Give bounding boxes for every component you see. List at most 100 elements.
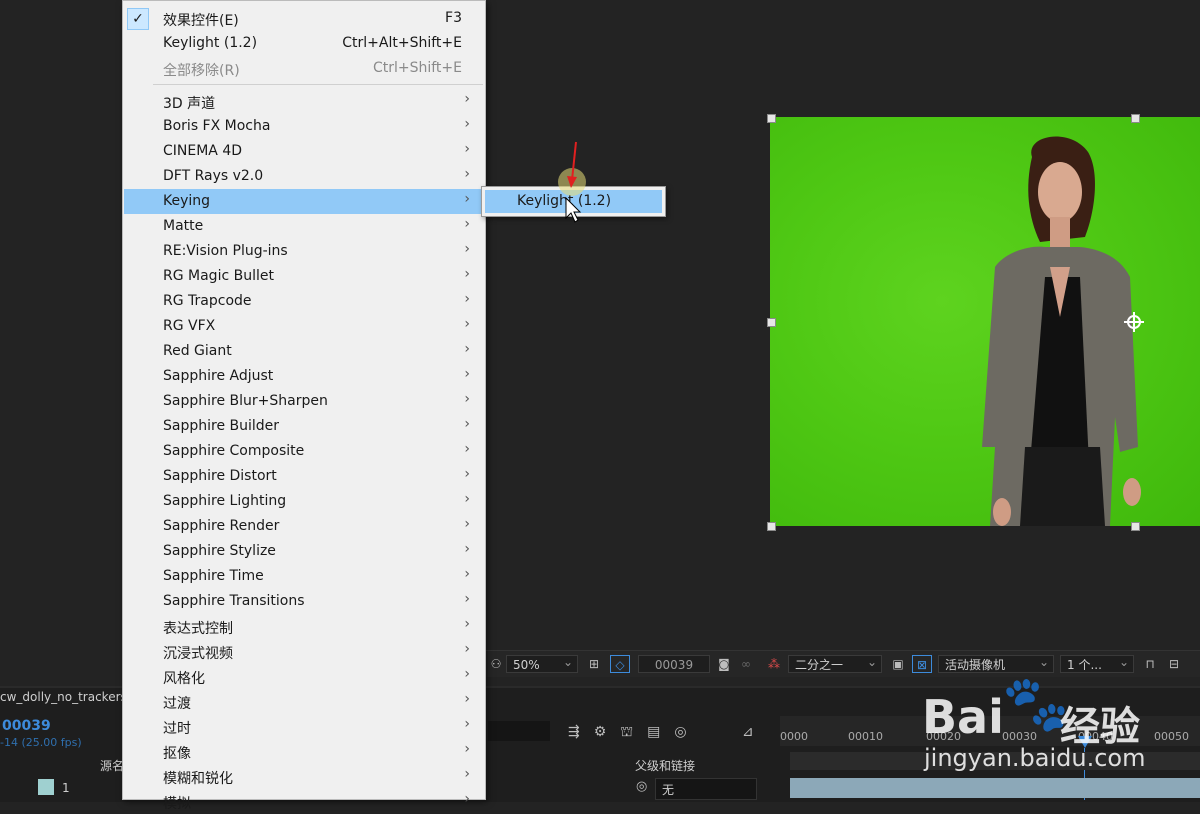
resolution-dropdown[interactable]: 二分之一 [788, 653, 882, 673]
zoom-dropdown[interactable]: 50% [506, 653, 578, 673]
menu-category-label: Sapphire Builder [163, 418, 280, 434]
menu-item-label: Keylight (1.2) [163, 35, 258, 51]
menu-category-label: RE:Vision Plug-ins [163, 243, 288, 259]
menu-category-item[interactable]: 模拟 › [124, 789, 484, 814]
timeline-search-input[interactable] [488, 721, 550, 741]
menu-category-item[interactable]: Sapphire Transitions › [124, 589, 484, 614]
menu-separator [153, 84, 483, 85]
menu-item-remove-all: 全部移除(R) Ctrl+Shift+E [124, 56, 484, 81]
menu-category-item[interactable]: 抠像 › [124, 739, 484, 764]
menu-category-item[interactable]: Keying › [124, 189, 484, 214]
checkmark-icon: ✓ [127, 8, 149, 30]
menu-category-item[interactable]: 风格化 › [124, 664, 484, 689]
menu-category-label: 过时 [163, 721, 191, 737]
menu-category-item[interactable]: RG Magic Bullet › [124, 264, 484, 289]
menu-category-label: Sapphire Distort [163, 468, 277, 484]
menu-category-label: Boris FX Mocha [163, 118, 271, 134]
current-time-field[interactable]: 00039 [638, 655, 710, 673]
chevron-right-icon: › [464, 516, 470, 532]
menu-item-shortcut: Ctrl+Alt+Shift+E [342, 35, 462, 51]
baidu-watermark: Bai 🐾 经验 jingyan.baidu.com [920, 668, 1190, 798]
fps-readout: -14 (25.00 fps) [0, 736, 82, 749]
menu-category-item[interactable]: 沉浸式视频 › [124, 639, 484, 664]
camera-icon[interactable]: ◙ [714, 655, 734, 673]
transform-handle[interactable] [767, 318, 776, 327]
chevron-right-icon: › [464, 166, 470, 182]
effect-context-menu: ✓ 效果控件(E) F3 Keylight (1.2) Ctrl+Alt+Shi… [122, 0, 486, 812]
parent-column-header[interactable]: 父级和链接 [635, 757, 695, 774]
chevron-right-icon: › [464, 641, 470, 657]
chevron-right-icon: › [464, 141, 470, 157]
menu-category-item[interactable]: 表达式控制 › [124, 614, 484, 639]
source-name-column-header[interactable]: 源名 [100, 757, 124, 774]
green-screen-footage[interactable] [770, 117, 1200, 526]
menu-category-item[interactable]: 过渡 › [124, 689, 484, 714]
menu-category-item[interactable]: Boris FX Mocha › [124, 114, 484, 139]
menu-category-label: Sapphire Render [163, 518, 280, 534]
transform-handle[interactable] [767, 114, 776, 123]
menu-category-item[interactable]: Sapphire Composite › [124, 439, 484, 464]
menu-category-item[interactable]: Sapphire Distort › [124, 464, 484, 489]
menu-category-item[interactable]: RG VFX › [124, 314, 484, 339]
menu-category-label: Sapphire Adjust [163, 368, 274, 384]
menu-item-effect-controls[interactable]: ✓ 效果控件(E) F3 [124, 6, 484, 31]
menu-item-keylight[interactable]: Keylight (1.2) Ctrl+Alt+Shift+E [124, 31, 484, 56]
menu-category-item[interactable]: Sapphire Stylize › [124, 539, 484, 564]
graph-editor-icon[interactable]: ⊿ [742, 724, 754, 740]
menu-category-item[interactable]: 3D 声道 › [124, 89, 484, 114]
menu-category-item[interactable]: Sapphire Builder › [124, 414, 484, 439]
chevron-right-icon: › [464, 291, 470, 307]
menu-category-label: Sapphire Time [163, 568, 264, 584]
menu-item-shortcut: Ctrl+Shift+E [372, 60, 462, 76]
transform-handle[interactable] [767, 522, 776, 531]
menu-category-item[interactable]: RG Trapcode › [124, 289, 484, 314]
menu-category-label: Sapphire Transitions [163, 593, 305, 609]
watermark-url: jingyan.baidu.com [924, 744, 1146, 772]
menu-category-label: Sapphire Blur+Sharpen [163, 393, 328, 409]
chevron-right-icon: › [464, 441, 470, 457]
layer-index: 1 [62, 781, 70, 795]
red-arrow-icon [565, 141, 582, 223]
chevron-right-icon: › [464, 491, 470, 507]
menu-category-item[interactable]: CINEMA 4D › [124, 139, 484, 164]
menu-category-item[interactable]: Matte › [124, 214, 484, 239]
timeline-switch-icons[interactable]: ⇶⚙⛫▤◎ [568, 724, 701, 742]
mask-visibility-icon[interactable]: ◇ [610, 655, 630, 673]
menu-category-item[interactable]: 过时 › [124, 714, 484, 739]
chevron-right-icon: › [464, 716, 470, 732]
menu-category-item[interactable]: Sapphire Render › [124, 514, 484, 539]
actress-figure [982, 136, 1144, 526]
safe-zones-icon[interactable]: ⊞ [584, 655, 604, 673]
comp-tab[interactable]: cw_dolly_no_trackers [0, 690, 127, 704]
label-color-swatch[interactable] [38, 779, 54, 795]
project-panel [0, 0, 122, 800]
zoom-value: 50% [513, 658, 540, 672]
menu-category-label: RG Trapcode [163, 293, 252, 309]
menu-category-item[interactable]: Sapphire Blur+Sharpen › [124, 389, 484, 414]
menu-category-item[interactable]: DFT Rays v2.0 › [124, 164, 484, 189]
region-of-interest-icon[interactable]: ▣ [888, 655, 908, 673]
menu-category-item[interactable]: Red Giant › [124, 339, 484, 364]
transform-handle[interactable] [1131, 114, 1140, 123]
menu-category-item[interactable]: 模糊和锐化 › [124, 764, 484, 789]
current-time-display[interactable]: 00039 [2, 718, 51, 734]
menu-category-label: 3D 声道 [163, 96, 216, 112]
menu-item-label: 效果控件(E) [163, 13, 239, 29]
menu-category-item[interactable]: Sapphire Adjust › [124, 364, 484, 389]
ruler-tick: 0000 [780, 730, 808, 743]
magnifier-icon[interactable]: ⚇ [486, 655, 506, 673]
pick-whip-icon[interactable]: ◎ [636, 779, 647, 794]
menu-category-item[interactable]: RE:Vision Plug-ins › [124, 239, 484, 264]
menu-category-item[interactable]: Sapphire Lighting › [124, 489, 484, 514]
chevron-right-icon: › [464, 191, 470, 207]
channels-icon[interactable]: ⁂ [764, 655, 784, 673]
parent-value: 无 [662, 783, 675, 797]
menu-category-label: 模糊和锐化 [163, 771, 233, 787]
menu-category-label: Red Giant [163, 343, 232, 359]
transform-handle[interactable] [1131, 522, 1140, 531]
parent-dropdown[interactable]: 无 [655, 778, 757, 800]
chevron-right-icon: › [464, 741, 470, 757]
resolution-value: 二分之一 [795, 658, 844, 672]
menu-category-item[interactable]: Sapphire Time › [124, 564, 484, 589]
show-snapshot-icon[interactable]: ∞ [736, 655, 756, 673]
